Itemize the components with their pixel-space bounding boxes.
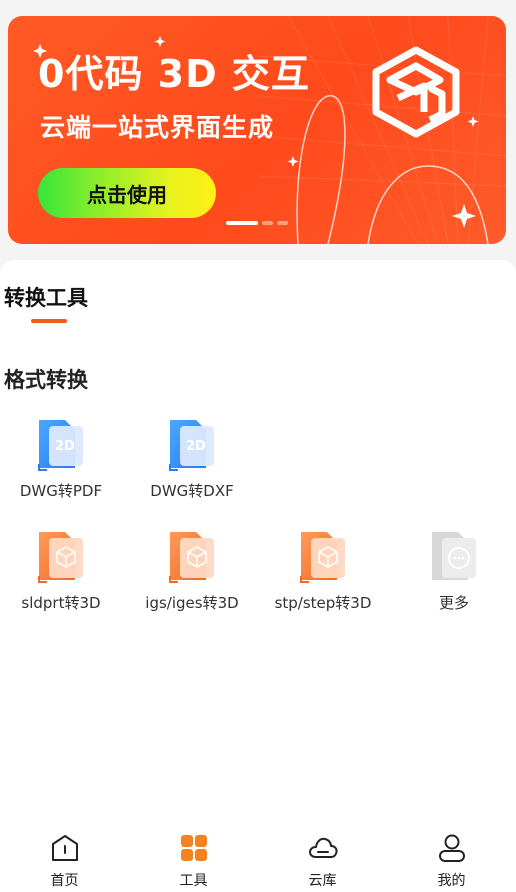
- tool-more[interactable]: 更多: [389, 528, 516, 628]
- app-screen: 0代码 3D 交互 云端一站式界面生成 点击使用 转换工具 格式转换 2D DW…: [0, 0, 516, 892]
- nav-item-tools[interactable]: 工具: [129, 820, 258, 892]
- 3d-cube-file-icon: [169, 532, 214, 583]
- 2d-text: 2D: [186, 439, 206, 454]
- nav-label: 首页: [50, 873, 79, 889]
- tab-conversion-tools[interactable]: 转换工具: [4, 282, 88, 312]
- more-file-icon: [432, 532, 476, 580]
- 3d-logo-icon: [372, 46, 460, 138]
- 2d-text: 2D: [55, 439, 75, 454]
- tools-panel: 转换工具 格式转换 2D DWG转PDF 2D DWG转DXF sldprt转3…: [0, 260, 516, 820]
- tool-label: DWG转PDF: [19, 482, 103, 500]
- tool-dwg-to-pdf[interactable]: 2D DWG转PDF: [0, 416, 126, 516]
- home-icon: [51, 835, 78, 861]
- nav-label: 云库: [308, 873, 337, 889]
- user-icon: [438, 834, 465, 862]
- tool-stp-to-3d[interactable]: stp/step转3D: [258, 528, 388, 628]
- banner-pagination: [226, 221, 288, 225]
- tool-label: igs/iges转3D: [145, 594, 239, 612]
- tool-label: sldprt转3D: [21, 594, 101, 612]
- 2d-file-icon: 2D: [38, 420, 83, 471]
- pagination-dot[interactable]: [262, 221, 273, 225]
- nav-label: 工具: [179, 873, 208, 889]
- bottom-navigation: 首页 工具 云库 我的: [0, 820, 516, 892]
- tool-label: stp/step转3D: [274, 594, 372, 612]
- 2d-file-icon: 2D: [169, 420, 214, 471]
- 3d-cube-file-icon: [300, 532, 345, 583]
- tool-label: 更多: [438, 594, 469, 612]
- banner-cta-button[interactable]: 点击使用: [38, 168, 216, 218]
- nav-label: 我的: [437, 873, 466, 889]
- banner-subtitle: 云端一站式界面生成: [40, 113, 275, 142]
- tool-sldprt-to-3d[interactable]: sldprt转3D: [0, 528, 126, 628]
- tab-active-indicator: [31, 319, 67, 323]
- nav-item-home[interactable]: 首页: [0, 820, 129, 892]
- tool-dwg-to-dxf[interactable]: 2D DWG转DXF: [127, 416, 257, 516]
- tools-grid-icon: [180, 835, 207, 861]
- pagination-dot-active[interactable]: [226, 221, 258, 225]
- cloud-icon: [308, 837, 338, 858]
- 3d-cube-file-icon: [38, 532, 83, 583]
- pagination-dot[interactable]: [277, 221, 288, 225]
- banner-title: 0代码 3D 交互: [38, 52, 310, 96]
- tool-label: DWG转DXF: [150, 482, 234, 500]
- section-title: 格式转换: [4, 368, 88, 392]
- promo-banner[interactable]: 0代码 3D 交互 云端一站式界面生成 点击使用: [8, 16, 506, 244]
- nav-item-cloud[interactable]: 云库: [258, 820, 387, 892]
- tool-igs-to-3d[interactable]: igs/iges转3D: [127, 528, 257, 628]
- nav-item-me[interactable]: 我的: [387, 820, 516, 892]
